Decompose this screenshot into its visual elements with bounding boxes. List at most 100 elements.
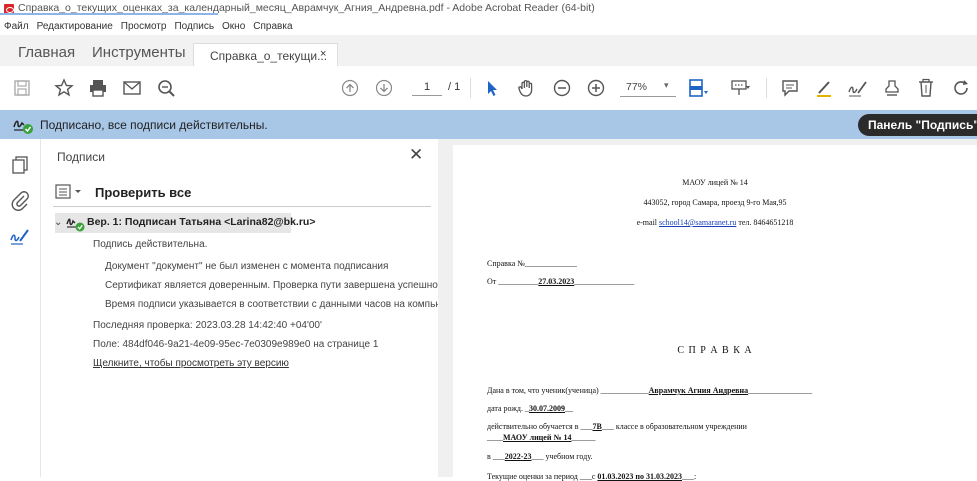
doc-inst-prefix: ____ bbox=[487, 433, 503, 442]
fit-page-icon[interactable] bbox=[686, 76, 710, 100]
zoom-out-icon[interactable] bbox=[550, 76, 574, 100]
doc-heading: С П Р А В К А bbox=[677, 345, 753, 356]
signature-status-bar: Подписано, все подписи действительны. Па… bbox=[0, 110, 977, 139]
doc-student-line: Дана в том, что ученик(ученица) ________… bbox=[487, 386, 812, 395]
hand-tool-icon[interactable] bbox=[514, 76, 538, 100]
doc-date-line: От __________27.03.2023_______________ bbox=[487, 277, 634, 286]
tab-document[interactable]: Справка_о_текущи... × bbox=[193, 43, 338, 67]
signature-valid-icon bbox=[12, 115, 34, 138]
sign-pen-icon[interactable] bbox=[846, 76, 870, 100]
menu-file[interactable]: Файл bbox=[0, 19, 33, 35]
comment-icon[interactable] bbox=[778, 76, 802, 100]
save-icon[interactable] bbox=[10, 76, 34, 100]
rotate-icon[interactable] bbox=[950, 76, 974, 100]
doc-dob-line: дата рожд. _30.07.2009__ bbox=[487, 404, 573, 413]
doc-line-suffix: ________________ bbox=[748, 386, 813, 395]
signatures-panel: Подписи ✕ Проверить все ⌄ Вер. 1: Подпис… bbox=[41, 139, 438, 477]
panel-divider bbox=[53, 206, 431, 207]
toolbar: / 1 77% ▾ bbox=[0, 66, 977, 111]
doc-year-line: в ___2022-23___ учебном году. bbox=[487, 452, 592, 461]
signature-detail: Поле: 484df046-9a21-4e09-95ec-7e0309e989… bbox=[93, 339, 379, 350]
menu-bar: Файл Редактирование Просмотр Подпись Окн… bbox=[0, 19, 977, 35]
doc-phone: тел. 8464651218 bbox=[736, 218, 794, 227]
signature-detail: Последняя проверка: 2023.03.28 14:42:40 … bbox=[93, 320, 322, 331]
bookmark-star-icon[interactable] bbox=[52, 76, 76, 100]
delete-trash-icon[interactable] bbox=[914, 76, 938, 100]
previous-page-icon[interactable] bbox=[338, 76, 362, 100]
verify-all-label: Проверить все bbox=[95, 185, 192, 200]
signature-detail: Документ "документ" не был изменен с мом… bbox=[105, 261, 389, 272]
doc-class-suffix: ___ классе в образовательном учреждении bbox=[601, 422, 747, 431]
signatures-pen-icon[interactable] bbox=[9, 227, 31, 250]
keyboard-tools-icon[interactable] bbox=[728, 76, 752, 100]
signature-detail: Подпись действительна. bbox=[93, 239, 208, 250]
attachment-paperclip-icon[interactable] bbox=[10, 189, 30, 214]
menu-sign[interactable]: Подпись bbox=[170, 19, 218, 35]
stamp-icon[interactable] bbox=[880, 76, 904, 100]
doc-date-suffix: _______________ bbox=[574, 277, 635, 286]
zoom-dropdown[interactable]: 77% ▾ bbox=[620, 79, 676, 97]
navigation-rail bbox=[0, 139, 41, 477]
chevron-down-icon: ▾ bbox=[664, 80, 669, 90]
doc-email-prefix: e-mail bbox=[636, 218, 660, 227]
signature-detail: Сертификат является доверенным. Проверка… bbox=[105, 280, 438, 291]
doc-class: 7В bbox=[592, 422, 602, 431]
menu-view[interactable]: Просмотр bbox=[117, 19, 171, 35]
signature-detail: Время подписи указывается в соответствии… bbox=[105, 299, 438, 310]
doc-class-prefix: действительно обучается в ___ bbox=[487, 422, 593, 431]
tab-document-label: Справка_о_текущи... bbox=[210, 49, 328, 63]
doc-ref-number: Справка №_____________ bbox=[487, 259, 577, 268]
doc-school-name: МАОУ лицей № 14 bbox=[682, 178, 748, 187]
doc-year: 2022-23 bbox=[504, 452, 532, 461]
doc-student-name: Аврамчук Агния Андревна bbox=[648, 386, 749, 395]
title-selection-accent bbox=[0, 13, 218, 15]
print-icon[interactable] bbox=[86, 76, 110, 100]
doc-email-link[interactable]: school14@samaranet.ru bbox=[659, 218, 736, 227]
signature-valid-icon bbox=[66, 214, 86, 235]
signature-entry-label: Вер. 1: Подписан Татьяна <Larina82@bk.ru… bbox=[87, 216, 316, 228]
menu-help[interactable]: Справка bbox=[249, 19, 296, 35]
chevron-down-icon[interactable]: ⌄ bbox=[54, 217, 62, 228]
doc-year-suffix: ___ учебном году. bbox=[531, 452, 593, 461]
page-total: / 1 bbox=[448, 81, 461, 93]
toolbar-separator bbox=[470, 78, 471, 98]
doc-contacts: e-mail school14@samaranet.ru тел. 846465… bbox=[453, 218, 977, 227]
signature-status-text: Подписано, все подписи действительны. bbox=[40, 118, 268, 132]
toolbar-separator bbox=[766, 78, 767, 98]
pdf-page: МАОУ лицей № 14 443052, город Самара, пр… bbox=[453, 145, 977, 481]
view-version-link[interactable]: Щелкните, чтобы просмотреть эту версию bbox=[93, 358, 289, 369]
doc-institution: МАОУ лицей № 14 bbox=[503, 433, 572, 442]
panel-title: Подписи bbox=[57, 150, 105, 164]
doc-address: 443052, город Самара, проезд 9-го Мая,95 bbox=[643, 198, 787, 207]
next-page-icon[interactable] bbox=[372, 76, 396, 100]
page-number-input[interactable] bbox=[412, 79, 442, 96]
tab-tools[interactable]: Инструменты bbox=[92, 44, 186, 61]
doc-inst-suffix: ______ bbox=[571, 433, 596, 442]
doc-dob-prefix: дата рожд. _ bbox=[487, 404, 529, 413]
verify-all-button[interactable]: Проверить все bbox=[53, 181, 433, 207]
signature-entry[interactable]: ⌄ Вер. 1: Подписан Татьяна <Larina82@bk.… bbox=[54, 213, 315, 235]
pages-thumbnails-icon[interactable] bbox=[10, 155, 30, 178]
tab-close-icon[interactable]: × bbox=[320, 48, 326, 60]
close-icon[interactable]: ✕ bbox=[409, 145, 423, 165]
menu-window[interactable]: Окно bbox=[218, 19, 249, 35]
search-zoom-icon[interactable] bbox=[154, 76, 178, 100]
doc-dob-suffix: __ bbox=[564, 404, 573, 413]
signature-panel-button[interactable]: Панель "Подпись" bbox=[858, 114, 977, 136]
tab-bar: Главная Инструменты bbox=[0, 35, 977, 67]
doc-year-prefix: в ___ bbox=[487, 452, 505, 461]
select-cursor-icon[interactable] bbox=[480, 76, 504, 100]
highlight-pen-icon[interactable] bbox=[812, 76, 836, 100]
doc-date-prefix: От __________ bbox=[487, 277, 539, 286]
menu-edit[interactable]: Редактирование bbox=[33, 19, 117, 35]
doc-class-line: действительно обучается в ___7В___ класс… bbox=[487, 422, 747, 431]
doc-date: 27.03.2023 bbox=[538, 277, 575, 286]
zoom-value: 77% bbox=[626, 81, 648, 93]
tab-home[interactable]: Главная bbox=[18, 44, 75, 61]
doc-institution-line: ____МАОУ лицей № 14______ bbox=[487, 433, 595, 442]
email-icon[interactable] bbox=[120, 76, 144, 100]
zoom-in-icon[interactable] bbox=[584, 76, 608, 100]
doc-line-prefix: Дана в том, что ученик(ученица) ________… bbox=[487, 386, 649, 395]
options-list-icon[interactable] bbox=[55, 184, 85, 203]
doc-dob: 30.07.2009 bbox=[528, 404, 565, 413]
